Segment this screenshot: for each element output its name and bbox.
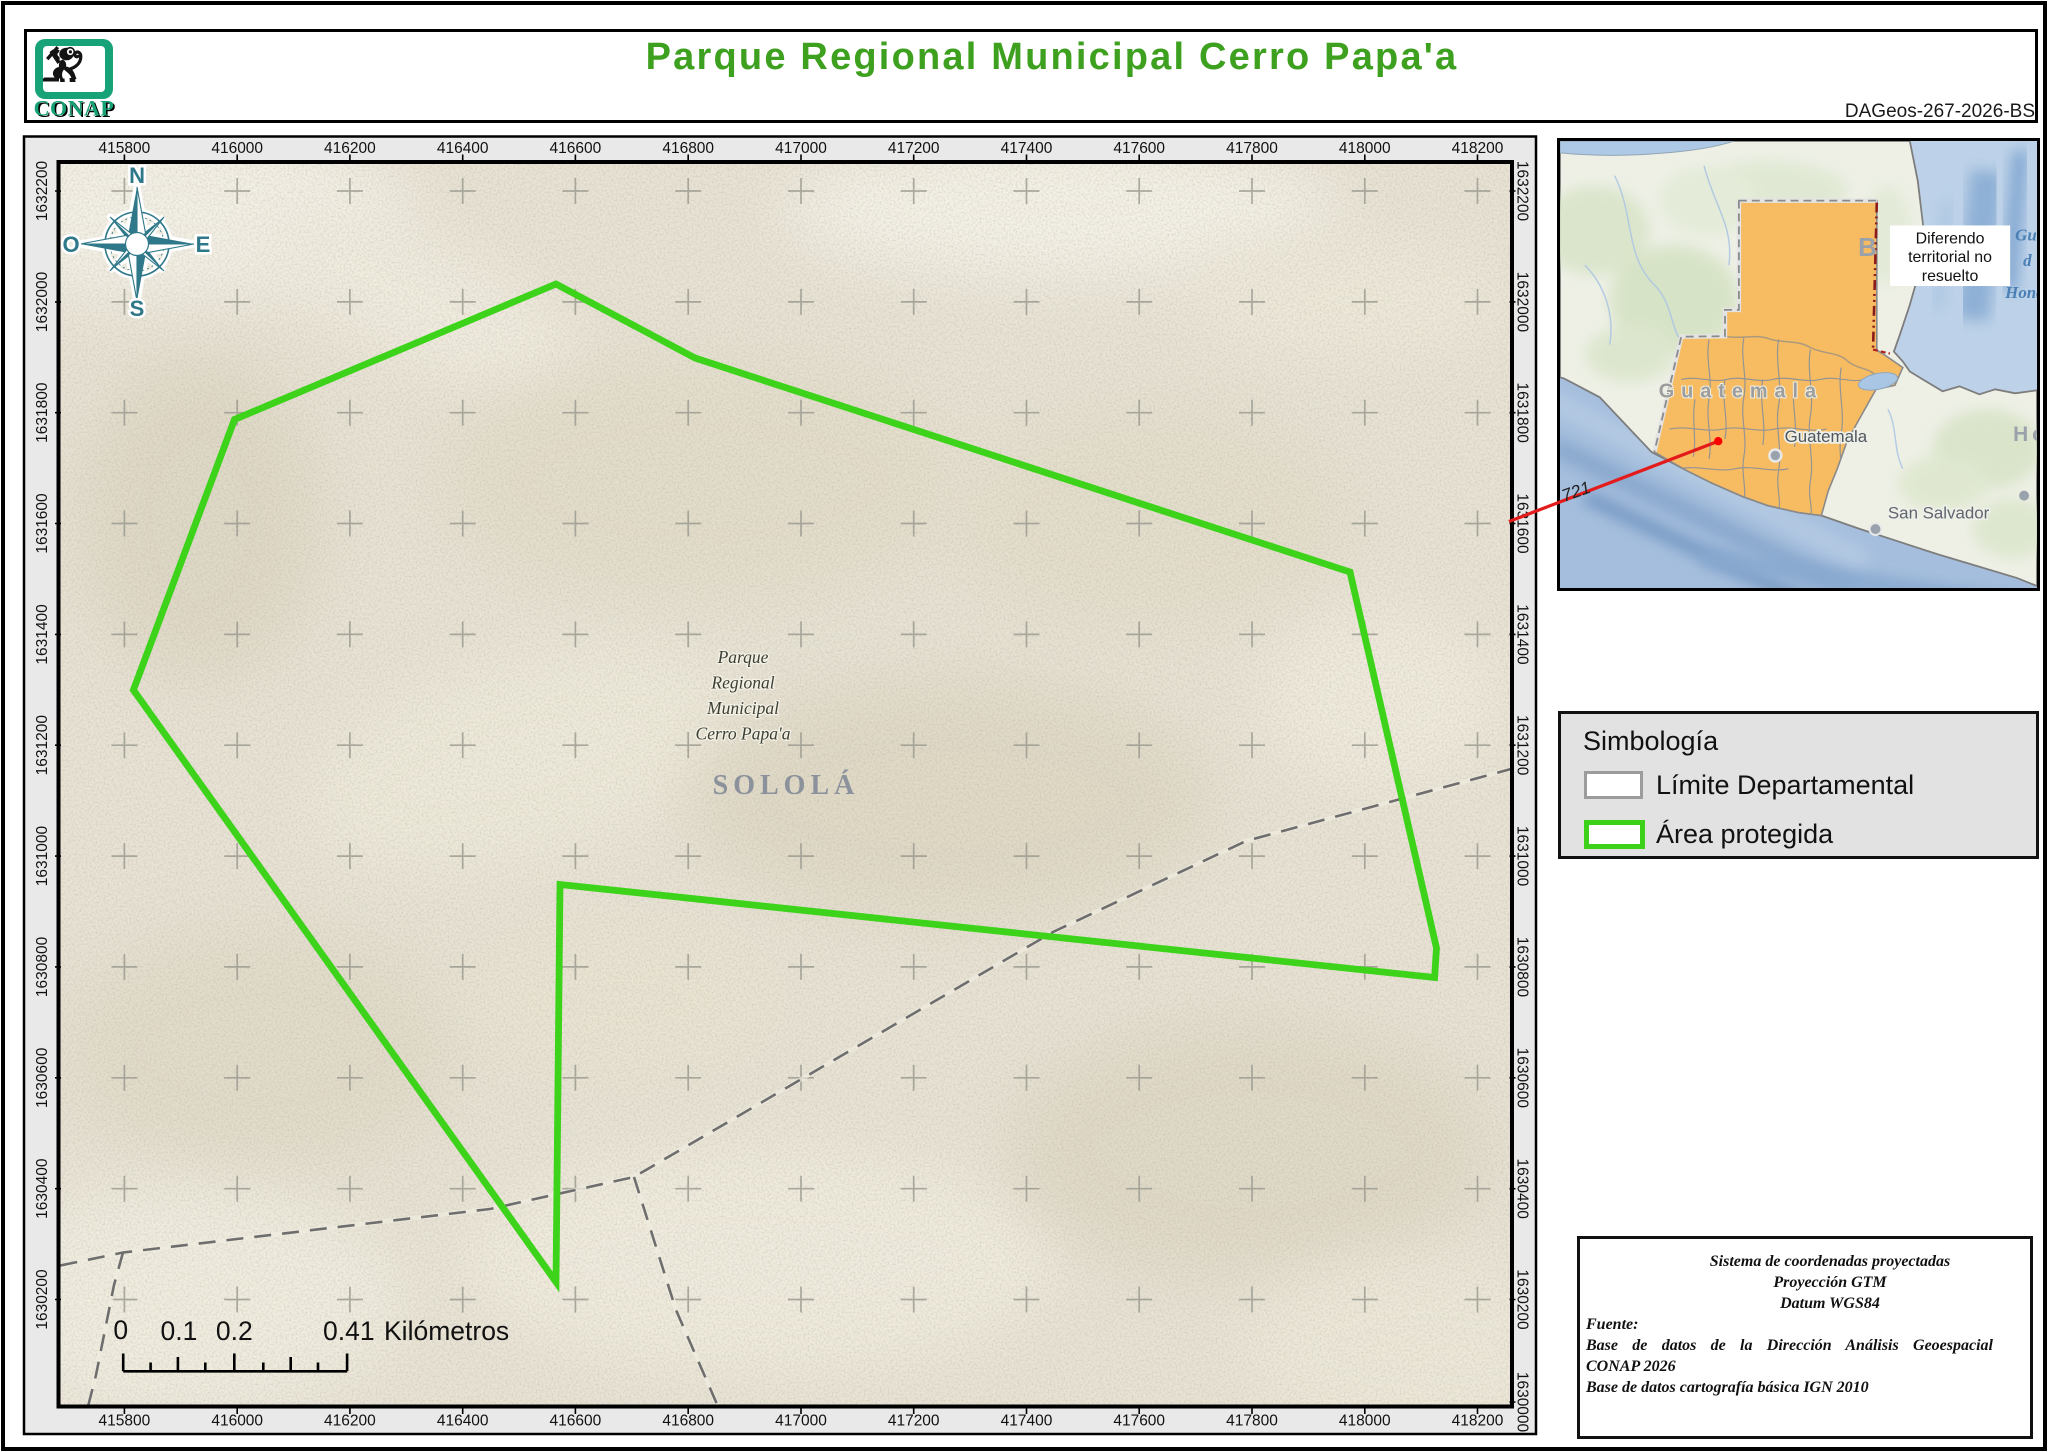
svg-text:721: 721 — [1559, 477, 1593, 506]
